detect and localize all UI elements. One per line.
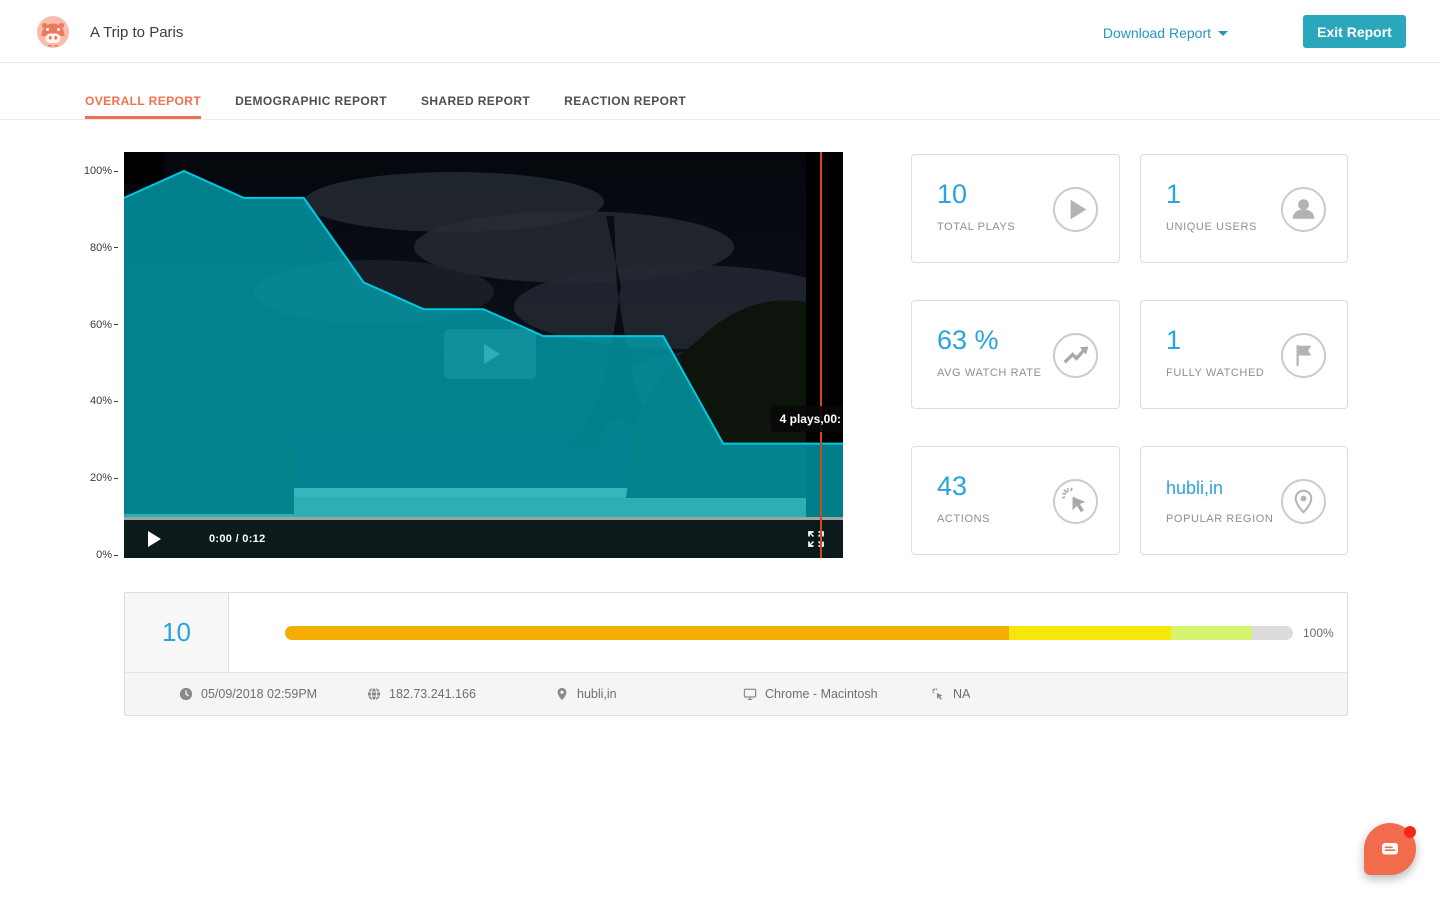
stat-label: ACTIONS [937, 513, 990, 525]
watch-bar-percent: 100% [1303, 626, 1334, 640]
chevron-down-icon [1218, 31, 1228, 36]
play-icon [1052, 186, 1099, 233]
stat-card-unique-users: 1 UNIQUE USERS [1140, 154, 1348, 263]
download-report-button[interactable]: Download Report [1103, 25, 1228, 41]
stat-label: TOTAL PLAYS [937, 221, 1015, 233]
stat-label: AVG WATCH RATE [937, 367, 1042, 379]
y-axis: 100%80%60%40%20%0% [0, 152, 118, 558]
stat-card-total-plays: 10 TOTAL PLAYS [911, 154, 1120, 263]
play-detail-text: Chrome - Macintosh [765, 687, 878, 701]
stat-card-actions: 43 ACTIONS [911, 446, 1120, 555]
watch-bar-segment [1009, 626, 1171, 640]
watch-bar[interactable] [285, 626, 1293, 640]
stat-label: UNIQUE USERS [1166, 221, 1257, 233]
stat-card-fully-watched: 1 FULLY WATCHED [1140, 300, 1348, 409]
tab-overall-report[interactable]: OVERALL REPORT [85, 94, 201, 119]
stats-grid: 10 TOTAL PLAYS 1 UNIQUE USERS 63 % AVG WATCH … [911, 154, 1348, 555]
stat-value: 10 [937, 179, 967, 210]
video-controls: 0:00 / 0:12 [124, 520, 843, 558]
tab-reaction-report[interactable]: REACTION REPORT [564, 94, 686, 119]
user-icon [1280, 186, 1327, 233]
play-detail-text: NA [953, 687, 970, 701]
header: A Trip to Paris Download Report Exit Rep… [0, 0, 1440, 63]
playhead[interactable] [820, 152, 822, 558]
stat-label: FULLY WATCHED [1166, 367, 1264, 379]
watch-bar-segment [1171, 626, 1252, 640]
play-triangle-icon [484, 344, 500, 364]
y-axis-label: 100% [84, 163, 118, 179]
play-detail-globe: 182.73.241.166 [367, 687, 555, 701]
page-title: A Trip to Paris [90, 24, 183, 41]
pin-icon [1280, 478, 1327, 525]
play-summary-block: 10 100% 05/09/2018 02:59PM 182.73.241.166… [124, 592, 1348, 716]
play-count: 10 [125, 593, 229, 672]
device-icon [743, 687, 757, 701]
y-axis-label: 40% [90, 393, 118, 409]
clock-icon [179, 687, 193, 701]
y-axis-label: 0% [96, 547, 118, 563]
play-detail-text: 05/09/2018 02:59PM [201, 687, 317, 701]
stat-card-avg-watch-rate: 63 % AVG WATCH RATE [911, 300, 1120, 409]
play-detail-text: 182.73.241.166 [389, 687, 476, 701]
stat-value: 1 [1166, 325, 1181, 356]
click-icon [1052, 478, 1099, 525]
y-axis-label: 60% [90, 317, 118, 333]
y-axis-label: 80% [90, 240, 118, 256]
globe-icon [367, 687, 381, 701]
play-detail-text: hubli,in [577, 687, 617, 701]
stat-label: POPULAR REGION [1166, 513, 1273, 525]
stat-value: 63 % [937, 325, 999, 356]
watch-bar-wrap: 100% [229, 626, 1347, 640]
play-detail-location: hubli,in [555, 687, 743, 701]
video-player[interactable]: 0:00 / 0:12 4 plays,00: [124, 152, 843, 558]
flag-icon [1280, 332, 1327, 379]
play-detail-device: Chrome - Macintosh [743, 687, 931, 701]
stat-value: 43 [937, 471, 967, 502]
stat-card-popular-region: hubli,in POPULAR REGION [1140, 446, 1348, 555]
play-button[interactable] [148, 531, 161, 547]
chat-bubble-icon [1378, 837, 1402, 861]
hippo-logo-icon [36, 15, 70, 49]
action-icon [931, 687, 945, 701]
report-page: A Trip to Paris Download Report Exit Rep… [0, 0, 1440, 900]
big-play-button[interactable] [444, 329, 536, 379]
tab-shared-report[interactable]: SHARED REPORT [421, 94, 530, 119]
chat-launcher-button[interactable] [1364, 823, 1416, 875]
stat-value: hubli,in [1166, 478, 1223, 499]
play-detail-clock: 05/09/2018 02:59PM [179, 687, 367, 701]
download-report-label: Download Report [1103, 25, 1211, 41]
watch-bar-segment [285, 626, 1009, 640]
location-icon [555, 687, 569, 701]
stat-value: 1 [1166, 179, 1181, 210]
fullscreen-icon[interactable] [807, 530, 825, 548]
notification-dot [1404, 826, 1416, 838]
play-summary-row: 10 100% [125, 593, 1347, 672]
play-detail-row: 05/09/2018 02:59PM 182.73.241.166 hubli,in… [125, 672, 1347, 715]
tab-demographic-report[interactable]: DEMOGRAPHIC REPORT [235, 94, 387, 119]
play-detail-action: NA [931, 687, 1119, 701]
y-axis-label: 20% [90, 470, 118, 486]
time-display: 0:00 / 0:12 [209, 533, 266, 545]
trend-icon [1052, 332, 1099, 379]
plays-tooltip: 4 plays,00: [771, 406, 843, 432]
tab-bar: OVERALL REPORT DEMOGRAPHIC REPORT SHARED R… [0, 63, 1440, 120]
exit-report-button[interactable]: Exit Report [1303, 15, 1406, 48]
